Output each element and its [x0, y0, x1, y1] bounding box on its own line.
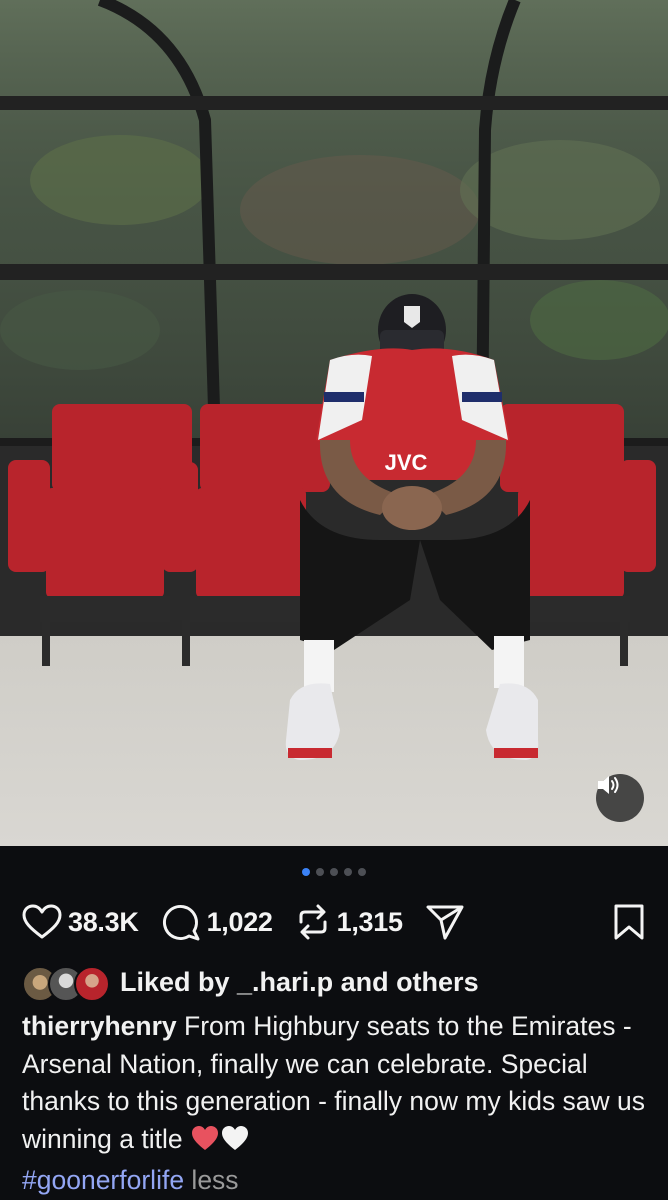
comment-button[interactable]: 1,022 — [161, 902, 273, 942]
sound-toggle-button[interactable] — [596, 774, 644, 822]
post-action-bar: 38.3K 1,022 1,315 — [22, 898, 646, 946]
like-button[interactable]: 38.3K — [22, 904, 139, 940]
carousel-indicator — [0, 868, 668, 876]
liked-by-text: Liked by _.hari.p and others — [120, 967, 479, 998]
like-count: 38.3K — [68, 906, 139, 937]
caption-hashtag[interactable]: #goonerforlife — [22, 1165, 184, 1195]
carousel-dot — [316, 868, 324, 876]
share-button[interactable] — [425, 903, 465, 941]
carousel-dot — [344, 868, 352, 876]
repost-count: 1,315 — [336, 906, 403, 937]
heart-icon — [22, 904, 62, 939]
white-heart-icon — [220, 1124, 250, 1163]
avatar — [74, 966, 110, 1002]
repost-icon — [299, 904, 327, 940]
send-icon — [426, 905, 464, 940]
post-photo[interactable]: JVC — [0, 0, 668, 846]
liker-username[interactable]: _.hari.p — [237, 967, 333, 997]
save-button[interactable] — [612, 903, 646, 941]
photo-scene: JVC — [0, 0, 668, 846]
liked-by-suffix: and others — [333, 966, 479, 997]
liked-by-prefix: Liked by — [120, 966, 238, 997]
red-heart-icon — [190, 1124, 220, 1163]
post-caption: thierryhenry From Highbury seats to the … — [22, 1008, 650, 1200]
repost-button[interactable]: 1,315 — [295, 902, 403, 942]
comment-count: 1,022 — [206, 906, 273, 937]
speaker-icon — [598, 776, 619, 794]
carousel-dot — [330, 868, 338, 876]
jersey-sponsor-text: JVC — [385, 450, 428, 475]
liker-avatars — [22, 964, 110, 1002]
carousel-dot-active — [302, 868, 310, 876]
liked-by-row[interactable]: Liked by _.hari.p and others — [22, 962, 479, 1002]
carousel-dot — [358, 868, 366, 876]
caption-less-link[interactable]: less — [184, 1165, 238, 1195]
caption-username[interactable]: thierryhenry — [22, 1011, 177, 1041]
bookmark-icon — [614, 904, 644, 940]
comment-bubble-icon — [162, 905, 200, 941]
